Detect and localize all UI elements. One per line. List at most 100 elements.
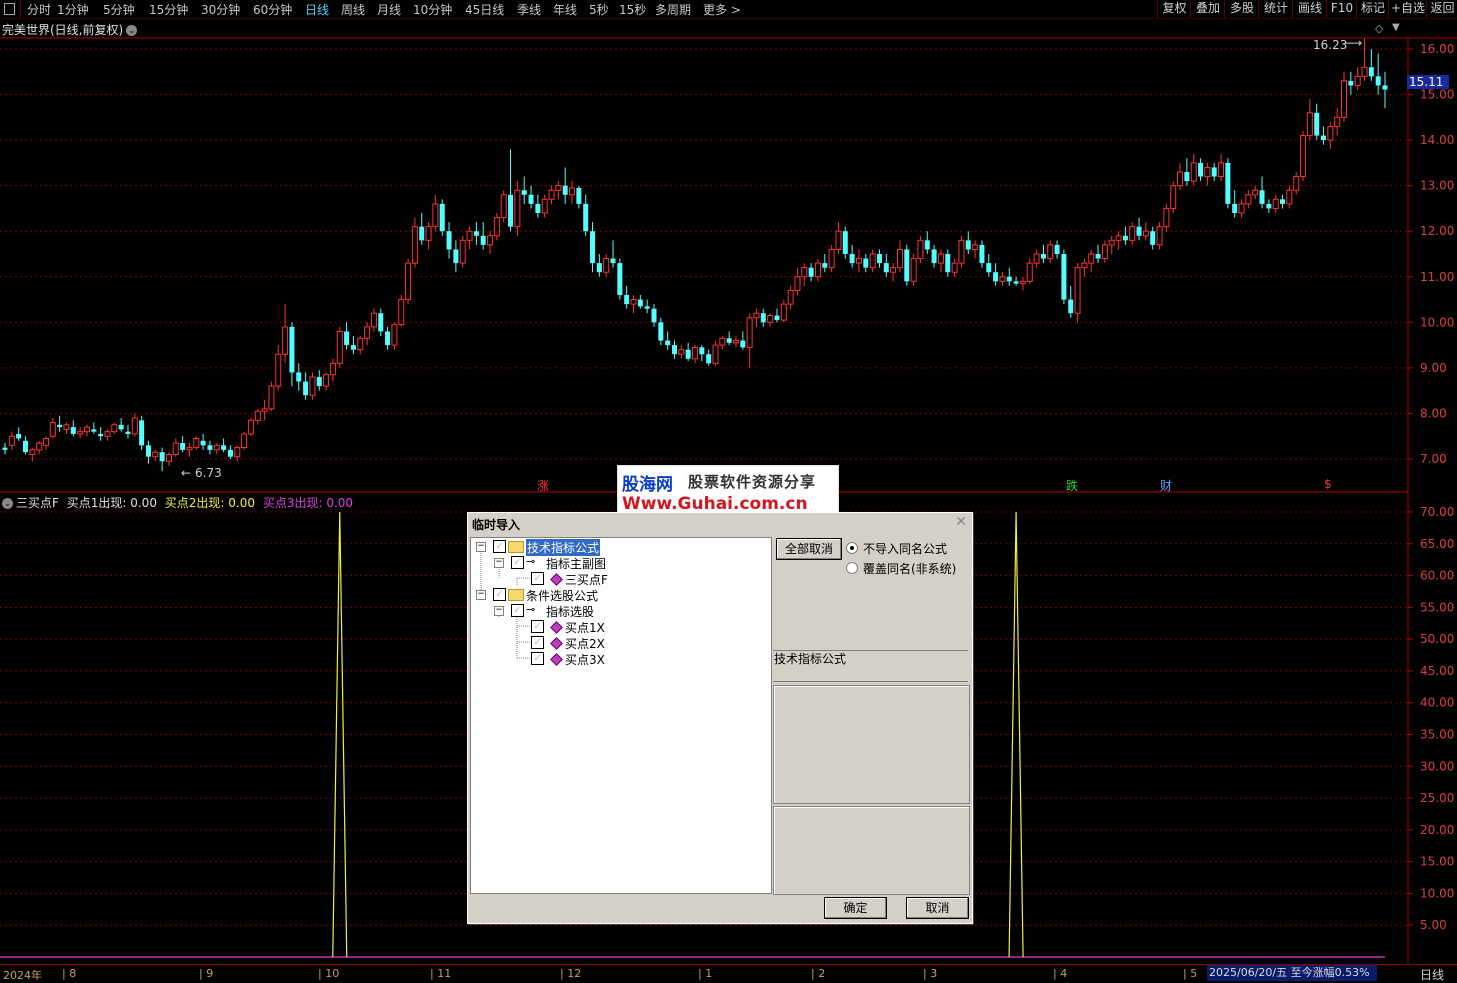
candle-body (672, 345, 678, 355)
tree-checkbox[interactable]: ✓ (531, 620, 544, 633)
candle-body (1101, 244, 1108, 260)
month-label: | 2 (811, 967, 826, 980)
candle-body (528, 194, 534, 204)
candle-body (644, 306, 650, 309)
candle-body (193, 438, 200, 449)
marker-zhang[interactable]: 涨 (537, 477, 549, 494)
indicator-tick-label: 40.00 (1420, 696, 1454, 710)
candle-body (207, 445, 213, 450)
marker-dollar[interactable]: $ (1324, 477, 1332, 491)
candle-body (145, 445, 151, 457)
candle-body (1300, 135, 1307, 178)
candle-body (254, 410, 261, 421)
indicator-name: 三买点F (16, 496, 59, 510)
candle-body (268, 385, 275, 410)
tree-checkbox[interactable]: ✓ (531, 636, 544, 649)
tree-label[interactable]: 买点1X (565, 619, 605, 636)
chevron-down-icon[interactable]: ⌄ (2, 498, 13, 509)
overwrite-label: 覆盖同名(非系统) (863, 562, 957, 576)
ok-button[interactable]: 确定 (824, 897, 887, 919)
indicator-tick-label: 55.00 (1420, 600, 1454, 614)
candle-body (508, 194, 514, 227)
candle-body (1232, 203, 1238, 213)
candle-body (794, 276, 801, 291)
candle-body (1054, 244, 1060, 254)
candle-body (459, 239, 466, 264)
tree-checkbox[interactable]: ✓ (511, 556, 524, 569)
candle-body (1348, 80, 1354, 86)
candle-body (1047, 244, 1054, 260)
collapse-toggle[interactable]: − (494, 558, 504, 568)
candle-body (583, 203, 589, 232)
candle-body (706, 354, 712, 364)
indicator-tick-label: 5.00 (1420, 918, 1447, 932)
candle-body (1252, 189, 1259, 196)
candle-body (364, 326, 371, 339)
tree-label[interactable]: 条件选股公式 (526, 587, 598, 604)
no-import-radio[interactable] (846, 542, 858, 554)
period-label[interactable]: 日线 (1420, 966, 1444, 983)
candle-body (1108, 239, 1115, 246)
marker-die[interactable]: 跌 (1066, 477, 1078, 494)
collapse-toggle[interactable]: − (494, 606, 504, 616)
month-label: | 9 (199, 967, 214, 980)
overwrite-radio[interactable] (846, 562, 858, 574)
tree-checkbox[interactable]: ✓ (531, 652, 544, 665)
candle-body (104, 431, 111, 437)
indicator-tick-label: 25.00 (1420, 791, 1454, 805)
candle-body (1061, 254, 1067, 300)
candle-body (576, 187, 582, 204)
month-label: | 4 (1053, 967, 1068, 980)
candle-body (514, 189, 521, 228)
b3-value: 0.00 (326, 496, 354, 510)
tree-checkbox[interactable]: ✓ (493, 588, 506, 601)
candle-body (344, 331, 350, 346)
tree-label[interactable]: 指标主副图 (546, 555, 606, 572)
candle-body (678, 349, 685, 355)
candle-body (637, 299, 643, 307)
collapse-toggle[interactable]: − (476, 590, 486, 600)
candle-body (596, 263, 602, 273)
candle-body (1095, 254, 1101, 259)
candle-body (665, 340, 671, 346)
month-label: | 10 (318, 967, 340, 980)
tree-checkbox[interactable]: ✓ (531, 572, 544, 585)
tree-label[interactable]: 技术指标公式 (526, 539, 601, 556)
candle-body (419, 226, 425, 241)
tree-label[interactable]: 买点2X (565, 635, 605, 652)
candle-body (70, 427, 76, 434)
watermark-logo: 股海网 股票软件资源分享 Www.Guhai.com.cn (617, 465, 839, 519)
candle-body (617, 263, 623, 295)
b1-value: 0.00 (130, 496, 157, 510)
cancel-button[interactable]: 取消 (906, 897, 969, 919)
tree-checkbox[interactable]: ✓ (511, 604, 524, 617)
tree-checkbox[interactable]: ✓ (493, 540, 506, 553)
tree-label[interactable]: 买点3X (565, 651, 605, 668)
marker-cai[interactable]: 财 (1160, 477, 1172, 494)
diamond-icon[interactable]: ◇ (1375, 22, 1383, 35)
tree-label[interactable]: 指标选股 (546, 603, 594, 620)
dropdown-icon[interactable]: ▼ (1392, 22, 1400, 33)
price-tick-label: 9.00 (1420, 361, 1447, 375)
candle-body (36, 442, 43, 451)
candle-body (1225, 162, 1231, 204)
candle-body (1280, 199, 1286, 204)
info-panel-top (773, 685, 970, 804)
close-icon[interactable]: ✕ (955, 514, 967, 530)
candle-body (746, 317, 753, 348)
candle-body (1354, 75, 1361, 86)
candle-body (630, 299, 637, 305)
formula-tree[interactable]: − ✓ 技术指标公式 − ✓ ⊸ 指标主副图 ✓ 三买点F − ✓ 条件选股公式… (470, 537, 772, 894)
collapse-toggle[interactable]: − (476, 542, 486, 552)
candle-body (876, 254, 882, 264)
indicator-tick-label: 30.00 (1420, 759, 1454, 773)
candle-body (740, 340, 746, 348)
candle-body (1218, 162, 1225, 178)
candle-body (111, 424, 118, 433)
candle-body (453, 249, 459, 264)
candle-body (965, 240, 971, 250)
candle-body (937, 253, 944, 264)
tree-label[interactable]: 三买点F (565, 571, 608, 588)
candle-body (336, 330, 343, 364)
deselect-all-button[interactable]: 全部取消 (776, 538, 842, 560)
